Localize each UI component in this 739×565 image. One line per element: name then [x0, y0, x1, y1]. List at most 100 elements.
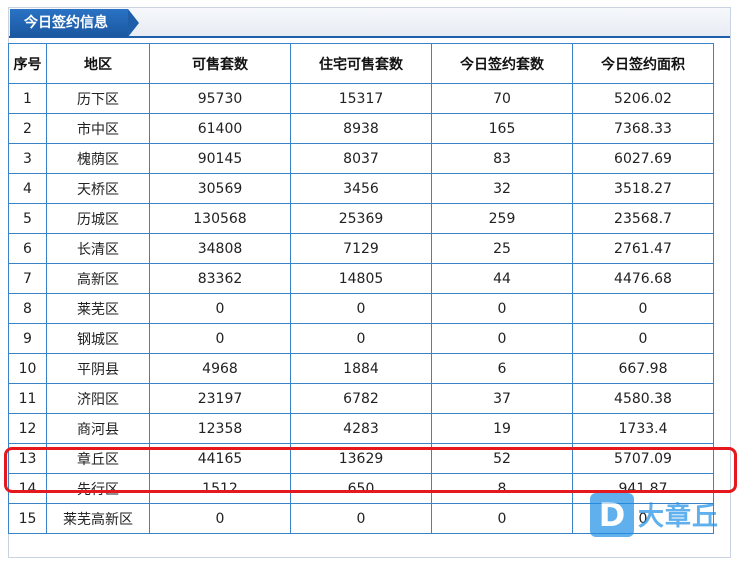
table-row: 1 历下区 95730 15317 70 5206.02 — [8, 83, 714, 114]
cell-district: 天桥区 — [46, 173, 150, 204]
cell-index: 5 — [8, 203, 47, 234]
cell-index: 10 — [8, 353, 47, 384]
cell-today-signed-units: 165 — [431, 113, 573, 144]
panel-header: 今日签约信息 — [9, 8, 730, 38]
cell-residential-available: 6782 — [290, 383, 432, 414]
cell-today-signed-area: 4580.38 — [572, 383, 714, 414]
cell-index: 11 — [8, 383, 47, 414]
cell-index: 1 — [8, 83, 47, 114]
header-today-signed-units: 今日签约套数 — [431, 43, 573, 84]
cell-today-signed-units: 25 — [431, 233, 573, 264]
header-today-signed-area: 今日签约面积 — [572, 43, 714, 84]
panel-title: 今日签约信息 — [10, 9, 128, 37]
table-row: 2 市中区 61400 8938 165 7368.33 — [8, 113, 714, 144]
cell-today-signed-area: 7368.33 — [572, 113, 714, 144]
table-row: 6 长清区 34808 7129 25 2761.47 — [8, 233, 714, 264]
cell-district: 莱芜区 — [46, 293, 150, 324]
cell-available-units: 12358 — [149, 413, 291, 444]
header-arrow-decoration — [128, 9, 139, 37]
cell-available-units: 61400 — [149, 113, 291, 144]
cell-today-signed-area: 0 — [572, 293, 714, 324]
cell-available-units: 4968 — [149, 353, 291, 384]
cell-today-signed-units: 0 — [431, 323, 573, 354]
cell-district: 商河县 — [46, 413, 150, 444]
header-available-units: 可售套数 — [149, 43, 291, 84]
table-row: 7 高新区 83362 14805 44 4476.68 — [8, 263, 714, 294]
cell-residential-available: 0 — [290, 293, 432, 324]
cell-index: 4 — [8, 173, 47, 204]
cell-today-signed-units: 19 — [431, 413, 573, 444]
cell-today-signed-units: 6 — [431, 353, 573, 384]
watermark-text: 大章丘 — [638, 502, 720, 532]
cell-district: 平阴县 — [46, 353, 150, 384]
cell-today-signed-area: 667.98 — [572, 353, 714, 384]
header-district: 地区 — [46, 43, 150, 84]
cell-index: 3 — [8, 143, 47, 174]
cell-district: 莱芜高新区 — [46, 503, 150, 534]
cell-residential-available: 0 — [290, 503, 432, 534]
cell-today-signed-area: 0 — [572, 323, 714, 354]
cell-today-signed-area: 4476.68 — [572, 263, 714, 294]
cell-residential-available: 8938 — [290, 113, 432, 144]
cell-residential-available: 3456 — [290, 173, 432, 204]
watermark: D 大章丘 — [588, 490, 738, 540]
table-row: 9 钢城区 0 0 0 0 — [8, 323, 714, 354]
table-row: 3 槐荫区 90145 8037 83 6027.69 — [8, 143, 714, 174]
cell-residential-available: 1884 — [290, 353, 432, 384]
cell-index: 2 — [8, 113, 47, 144]
cell-residential-available: 0 — [290, 323, 432, 354]
cell-residential-available: 15317 — [290, 83, 432, 114]
table-row: 8 莱芜区 0 0 0 0 — [8, 293, 714, 324]
header-residential-available: 住宅可售套数 — [290, 43, 432, 84]
table-row: 5 历城区 130568 25369 259 23568.7 — [8, 203, 714, 234]
table-row: 12 商河县 12358 4283 19 1733.4 — [8, 413, 714, 444]
cell-today-signed-units: 83 — [431, 143, 573, 174]
cell-index: 9 — [8, 323, 47, 354]
cell-today-signed-units: 37 — [431, 383, 573, 414]
cell-index: 8 — [8, 293, 47, 324]
cell-index: 6 — [8, 233, 47, 264]
cell-available-units: 0 — [149, 293, 291, 324]
cell-today-signed-area: 5206.02 — [572, 83, 714, 114]
cell-available-units: 23197 — [149, 383, 291, 414]
cell-district: 历下区 — [46, 83, 150, 114]
cell-available-units: 30569 — [149, 173, 291, 204]
cell-residential-available: 14805 — [290, 263, 432, 294]
watermark-logo-icon: D — [590, 493, 634, 537]
cell-today-signed-units: 70 — [431, 83, 573, 114]
cell-residential-available: 8037 — [290, 143, 432, 174]
cell-residential-available: 7129 — [290, 233, 432, 264]
cell-today-signed-units: 32 — [431, 173, 573, 204]
cell-available-units: 95730 — [149, 83, 291, 114]
cell-index: 15 — [8, 503, 47, 534]
cell-today-signed-area: 2761.47 — [572, 233, 714, 264]
cell-district: 市中区 — [46, 113, 150, 144]
cell-today-signed-area: 23568.7 — [572, 203, 714, 234]
cell-index: 12 — [8, 413, 47, 444]
highlight-box — [4, 447, 737, 493]
cell-district: 济阳区 — [46, 383, 150, 414]
cell-today-signed-area: 1733.4 — [572, 413, 714, 444]
cell-today-signed-units: 0 — [431, 503, 573, 534]
cell-today-signed-units: 44 — [431, 263, 573, 294]
cell-today-signed-area: 6027.69 — [572, 143, 714, 174]
cell-available-units: 0 — [149, 323, 291, 354]
cell-index: 7 — [8, 263, 47, 294]
table-row: 10 平阴县 4968 1884 6 667.98 — [8, 353, 714, 384]
cell-available-units: 90145 — [149, 143, 291, 174]
cell-district: 长清区 — [46, 233, 150, 264]
header-index: 序号 — [8, 43, 47, 84]
cell-district: 高新区 — [46, 263, 150, 294]
cell-available-units: 130568 — [149, 203, 291, 234]
cell-residential-available: 4283 — [290, 413, 432, 444]
cell-district: 钢城区 — [46, 323, 150, 354]
cell-available-units: 34808 — [149, 233, 291, 264]
cell-available-units: 0 — [149, 503, 291, 534]
cell-today-signed-units: 259 — [431, 203, 573, 234]
table-row: 11 济阳区 23197 6782 37 4580.38 — [8, 383, 714, 414]
cell-today-signed-units: 0 — [431, 293, 573, 324]
cell-today-signed-area: 3518.27 — [572, 173, 714, 204]
cell-district: 历城区 — [46, 203, 150, 234]
cell-district: 槐荫区 — [46, 143, 150, 174]
table-header-row: 序号 地区 可售套数 住宅可售套数 今日签约套数 今日签约面积 — [8, 43, 714, 84]
